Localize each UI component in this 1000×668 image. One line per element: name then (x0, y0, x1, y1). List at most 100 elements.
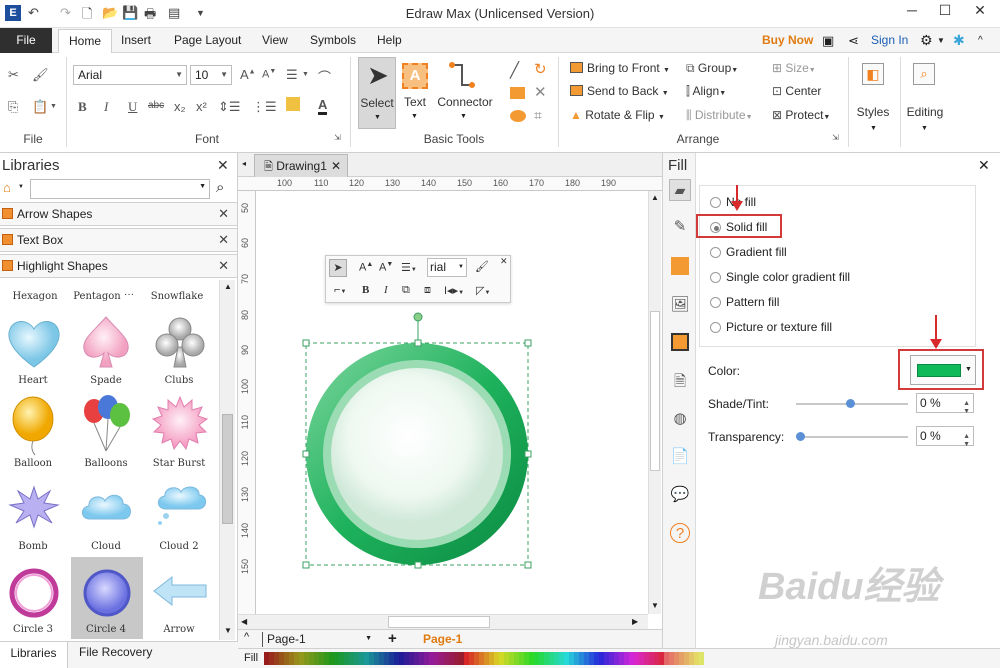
tab-drawing1[interactable]: 🗎 Drawing1 ✕ (254, 154, 348, 177)
radio-picture-texture-fill[interactable] (710, 322, 721, 333)
canvas-v-scroll-thumb[interactable] (650, 311, 660, 471)
close-tab-icon[interactable]: ✕ (331, 155, 341, 177)
category-highlight-shapes[interactable]: Highlight Shapes ✕ (0, 254, 237, 278)
cart-icon[interactable]: ▣ (822, 28, 834, 53)
transparency-slider-thumb[interactable] (796, 432, 805, 441)
page-tab-active[interactable]: Page-1 (423, 632, 462, 646)
strikethrough-icon[interactable]: abc (148, 100, 164, 111)
share-icon[interactable]: ⋖ (848, 28, 859, 53)
tab-insert[interactable]: Insert (121, 28, 151, 53)
shape-balloons[interactable] (80, 393, 132, 457)
rotate-flip-button[interactable]: ▲ Rotate & Flip ▼ (570, 108, 665, 122)
fill-panel-close-icon[interactable]: ✕ (978, 157, 990, 174)
line-spacing-icon[interactable]: ⇕☰ (218, 99, 241, 115)
option-label-pattern-fill[interactable]: Pattern fill (726, 295, 779, 309)
spin-down-icon[interactable]: ▼ (963, 403, 970, 421)
mini-grow-font-icon[interactable]: A▲ (359, 261, 373, 274)
shape-bomb[interactable] (8, 485, 60, 529)
option-label-gradient-fill[interactable]: Gradient fill (726, 245, 787, 259)
tab-home[interactable]: Home (58, 29, 113, 53)
category-arrow-shapes[interactable]: Arrow Shapes ✕ (0, 202, 237, 226)
palette-swatch[interactable] (699, 652, 704, 665)
arrange-dialog-launcher-icon[interactable]: ⇲ (832, 133, 839, 142)
shape-arrow[interactable] (152, 571, 208, 611)
ellipse-tool-icon[interactable] (510, 110, 526, 122)
home-icon[interactable]: ⌂ (3, 180, 11, 195)
resize-handle[interactable] (302, 339, 310, 347)
format-painter-icon[interactable]: ✂ (8, 67, 19, 83)
libraries-close-icon[interactable]: ✕ (217, 157, 229, 174)
mini-align-icon[interactable]: ☰▼ (401, 261, 417, 274)
shape-cloud-2[interactable] (152, 483, 208, 529)
copy-icon[interactable]: ⎘ (8, 99, 18, 115)
library-scrollbar[interactable]: ▲ ▼ (219, 280, 235, 640)
mini-bring-front-icon[interactable]: ⧉ (402, 284, 410, 297)
radio-no-fill[interactable] (710, 197, 721, 208)
mini-text-spacing-icon[interactable]: I◂▸▼ (444, 284, 464, 297)
text-tool-label[interactable]: Text (400, 95, 430, 109)
scroll-up-icon[interactable]: ▲ (651, 193, 659, 202)
shape-clubs[interactable] (152, 313, 208, 373)
image-icon[interactable]: 🖼 (669, 295, 691, 317)
document-properties-icon[interactable]: 🗎 (669, 371, 691, 393)
styles-button[interactable]: Styles (852, 105, 894, 119)
category-text-box[interactable]: Text Box ✕ (0, 228, 237, 252)
home-dropdown-icon[interactable]: ▼ (18, 184, 24, 190)
maximize-icon[interactable]: ☐ (930, 2, 960, 19)
transparency-slider-track[interactable] (800, 436, 908, 438)
scroll-left-icon[interactable]: ◀ (241, 617, 247, 626)
align-button[interactable]: ⫿ Align▼ (686, 84, 726, 99)
fill-bucket-icon[interactable]: ▰ (669, 179, 691, 201)
line-style-icon[interactable]: ✎ (669, 217, 691, 239)
canvas-horizontal-scrollbar[interactable]: ◀ ▶ (238, 614, 648, 629)
rectangle-tool-icon[interactable] (510, 87, 525, 99)
brush-icon[interactable]: 🖌 (32, 67, 49, 83)
tab-file-recovery[interactable]: File Recovery (79, 645, 152, 659)
ribbon-collapse-icon[interactable]: ^ (978, 28, 983, 53)
notes-icon[interactable]: 📄 (669, 447, 691, 469)
mini-shrink-font-icon[interactable]: A▼ (379, 261, 393, 274)
theme-icon[interactable]: ✱ (953, 28, 965, 53)
mini-font-select[interactable]: rial ▼ (427, 258, 467, 277)
sign-in-link[interactable]: Sign In (871, 28, 908, 53)
minimize-icon[interactable]: ─ (897, 2, 927, 18)
search-icon[interactable]: ⌕ (216, 179, 224, 196)
scroll-down-icon[interactable]: ▼ (651, 601, 659, 610)
shadow-icon[interactable] (671, 257, 689, 275)
text-tool-icon[interactable]: A (402, 63, 428, 89)
shape-star-burst[interactable] (151, 395, 209, 453)
canvas-vertical-scrollbar[interactable]: ▲ ▼ (648, 191, 661, 614)
mini-brush-icon[interactable]: 🖌 (475, 260, 489, 273)
shrink-font-icon[interactable]: A▼ (262, 68, 276, 81)
font-dialog-launcher-icon[interactable]: ⇲ (334, 133, 341, 142)
bring-to-front-button[interactable]: Bring to Front ▼ (570, 61, 670, 75)
canvas-h-scroll-thumb[interactable] (388, 616, 490, 628)
shape-spade[interactable] (78, 313, 134, 373)
tab-view[interactable]: View (262, 28, 288, 53)
size-button[interactable]: ⊞ Size▼ (772, 61, 816, 75)
text-dropdown-icon[interactable]: ▼ (411, 113, 418, 120)
shape-heart[interactable] (4, 313, 64, 373)
tab-symbols[interactable]: Symbols (310, 28, 356, 53)
distribute-button[interactable]: ⫼ Distribute▼ (686, 108, 753, 123)
shade-tint-slider-thumb[interactable] (846, 399, 855, 408)
settings-gear-icon[interactable]: ⚙ (920, 28, 933, 53)
radio-pattern-fill[interactable] (710, 297, 721, 308)
tab-help[interactable]: Help (377, 28, 402, 53)
help-icon[interactable]: ? (670, 523, 690, 543)
shade-tint-spinbox[interactable]: 0 % ▲ ▼ (916, 393, 974, 415)
arc-tool-icon[interactable]: ↻ (534, 60, 547, 78)
paragraph-dropdown-icon[interactable]: ▼ (302, 71, 309, 78)
scroll-down-icon[interactable]: ▼ (224, 626, 232, 635)
color-palette[interactable] (264, 652, 704, 665)
editing-search-icon[interactable]: ⌕ (913, 63, 935, 85)
radio-single-color-gradient-fill[interactable] (710, 272, 721, 283)
connector-icon[interactable] (448, 61, 476, 89)
editing-button[interactable]: Editing (900, 105, 950, 119)
styles-icon[interactable]: ◧ (862, 63, 884, 85)
layer-icon[interactable] (671, 333, 689, 351)
mini-bold-icon[interactable]: B (362, 284, 369, 296)
shape-circle-3[interactable] (8, 563, 60, 623)
settings-dropdown-icon[interactable]: ▼ (937, 28, 945, 53)
radio-gradient-fill[interactable] (710, 247, 721, 258)
